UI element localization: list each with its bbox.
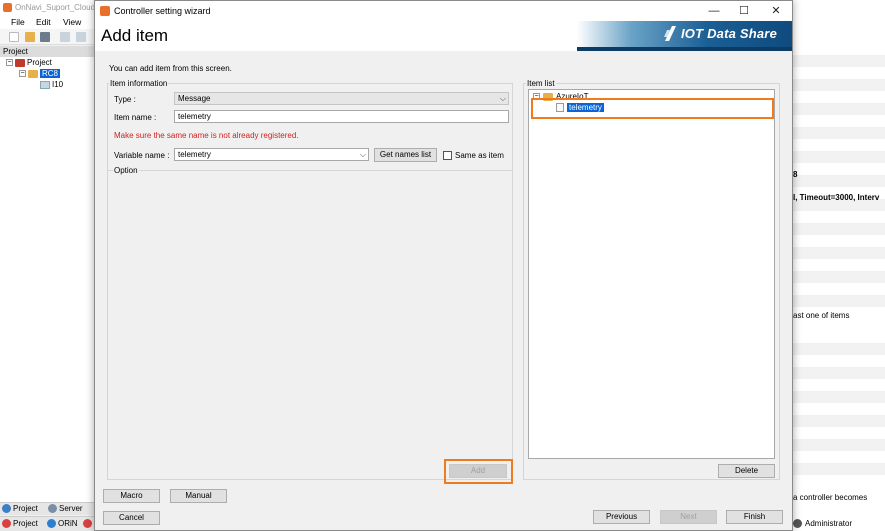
user-icon xyxy=(793,519,802,528)
tree-node-controller[interactable]: − RC8 xyxy=(19,69,61,78)
app-title: OnNavi_Suport_Cloud xyxy=(15,3,96,12)
tab-orin[interactable]: ORiN xyxy=(47,519,78,528)
brand-logo: IOT Data Share xyxy=(663,25,777,42)
new-file-icon[interactable] xyxy=(9,32,19,42)
cancel-button[interactable]: Cancel xyxy=(103,511,160,525)
duplicate-name-warning: Make sure the same name is not already r… xyxy=(114,131,299,140)
maximize-icon[interactable]: ☐ xyxy=(737,4,751,18)
orin-icon xyxy=(47,519,56,528)
right-text-1: 8 xyxy=(793,170,798,179)
brand-name: IOT Data Share xyxy=(681,26,777,41)
variable-name-label: Variable name : xyxy=(114,151,170,160)
right-text-4: a controller becomes xyxy=(793,493,868,502)
tab-project-2[interactable]: Project xyxy=(2,519,38,528)
manual-button[interactable]: Manual xyxy=(170,489,227,503)
save-icon[interactable] xyxy=(40,32,50,42)
folder-icon xyxy=(28,69,38,78)
chevron-down-icon: ⌵ xyxy=(499,94,506,103)
dialog-window-title: Controller setting wizard xyxy=(114,6,211,16)
stop-icon xyxy=(83,519,92,528)
server-icon xyxy=(48,504,57,513)
chevron-down-icon[interactable]: ⌵ xyxy=(360,149,366,160)
tab-server[interactable]: Server xyxy=(48,504,83,513)
tree-label: Project xyxy=(27,58,52,67)
bottom-tabs-row1: Project Server xyxy=(0,502,95,515)
device-icon xyxy=(40,80,50,89)
project-icon xyxy=(15,58,25,67)
wizard-icon xyxy=(100,6,110,16)
variable-name-select[interactable]: telemetry ⌵ xyxy=(174,148,369,161)
telemetry-item-highlight xyxy=(531,98,774,119)
item-list-tree: − AzureIoT telemetry xyxy=(528,89,775,459)
right-text-3: ast one of items xyxy=(793,311,850,320)
item-name-label: Item name : xyxy=(114,113,157,122)
iot-logo-icon xyxy=(664,26,676,41)
page-title: Add item xyxy=(101,26,169,45)
dialog-titlebar: Controller setting wizard — ☐ ✕ xyxy=(95,1,792,21)
app-icon xyxy=(3,3,12,12)
collapse-icon[interactable]: − xyxy=(6,59,13,66)
previous-button[interactable]: Previous xyxy=(593,510,650,524)
item-name-input[interactable]: telemetry xyxy=(174,110,509,123)
open-folder-icon[interactable] xyxy=(25,32,35,42)
status-user: Administrator xyxy=(793,519,852,528)
finish-button[interactable]: Finish xyxy=(726,510,783,524)
right-panel-top xyxy=(793,0,885,46)
tab-extra[interactable] xyxy=(83,519,92,528)
menu-file[interactable]: File xyxy=(11,17,25,27)
dialog-instructions: You can add item from this screen. xyxy=(109,64,232,73)
right-panel: 8 I, Timeout=3000, Interv ast one of ite… xyxy=(793,46,885,531)
project-icon xyxy=(2,504,11,513)
tree-label: I10 xyxy=(52,80,64,89)
tree-node-project[interactable]: − Project xyxy=(6,58,52,67)
project-tree: − Project − RC8 I10 xyxy=(0,57,95,502)
minimize-icon[interactable]: — xyxy=(707,4,721,18)
bottom-tabs-row2: Project ORiN xyxy=(0,516,95,531)
option-group xyxy=(107,171,513,480)
item-list-label: Item list xyxy=(526,79,556,88)
delete-button[interactable]: Delete xyxy=(718,464,775,478)
menu-edit[interactable]: Edit xyxy=(36,17,51,27)
option-label: Option xyxy=(113,166,139,175)
right-text-2: I, Timeout=3000, Interv xyxy=(793,193,880,202)
get-names-list-button[interactable]: Get names list xyxy=(374,148,437,162)
same-as-item-label: Same as item xyxy=(455,151,504,160)
collapse-icon[interactable]: − xyxy=(19,70,26,77)
project-icon xyxy=(2,519,11,528)
type-label: Type : xyxy=(114,95,136,104)
controller-setting-wizard-dialog: Controller setting wizard — ☐ ✕ Add item… xyxy=(94,0,793,531)
brand-stripe xyxy=(577,47,792,51)
project-panel-header: Project xyxy=(0,46,95,57)
menu-view[interactable]: View xyxy=(63,17,81,27)
copy-icon[interactable] xyxy=(60,32,70,42)
type-select: Message ⌵ xyxy=(174,92,509,105)
tree-node-child[interactable]: I10 xyxy=(40,80,63,89)
tab-project[interactable]: Project xyxy=(2,504,38,513)
close-icon[interactable]: ✕ xyxy=(769,4,783,18)
macro-button[interactable]: Macro xyxy=(103,489,160,503)
add-button-highlight xyxy=(444,459,513,484)
tree-label: RC8 xyxy=(40,69,61,78)
same-as-item-checkbox[interactable] xyxy=(443,151,452,160)
next-button[interactable]: Next xyxy=(660,510,717,524)
paste-icon[interactable] xyxy=(76,32,86,42)
dialog-header: Add item IOT Data Share xyxy=(95,21,792,51)
item-information-label: Item information xyxy=(109,79,169,88)
